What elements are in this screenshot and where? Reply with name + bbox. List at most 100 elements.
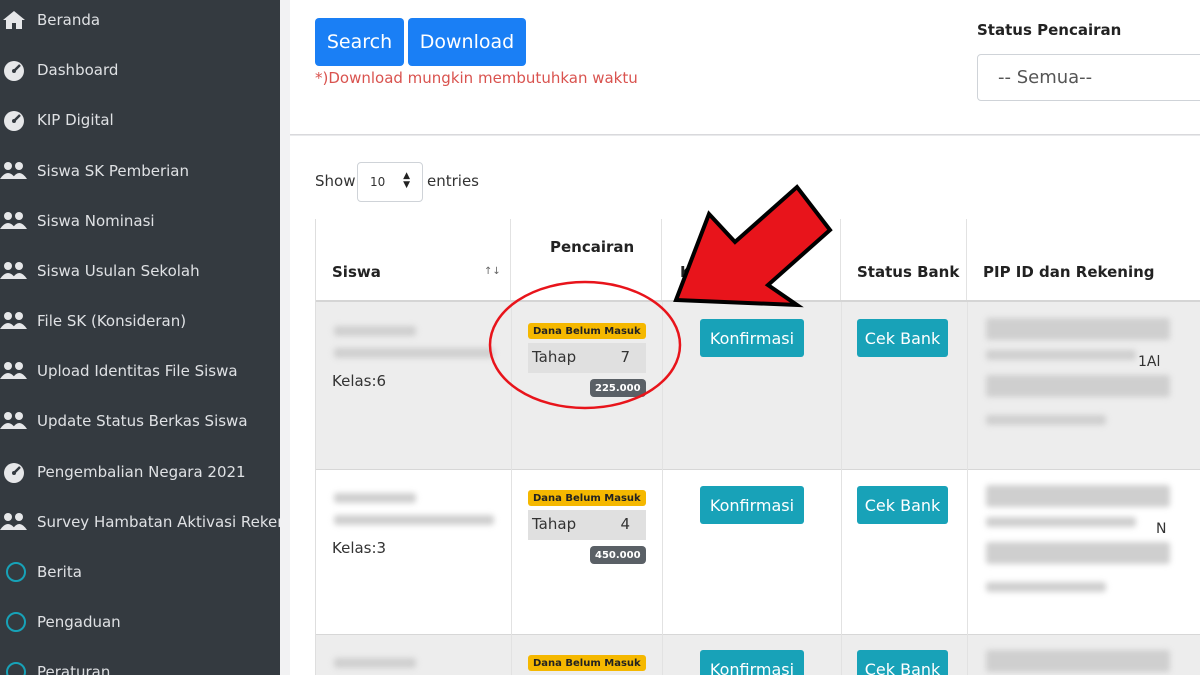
tahap-box: Tahap 7 — [528, 343, 646, 373]
cek-bank-button[interactable]: Cek Bank — [857, 319, 948, 357]
tahap-box: Tahap 4 — [528, 510, 646, 540]
cek-bank-button[interactable]: Cek Bank — [857, 650, 948, 675]
column-header-pencairan[interactable]: Pencairan — [511, 219, 662, 301]
sidebar-item-update-status[interactable]: Update Status Berkas Siswa — [0, 401, 280, 441]
sidebar-item-label: File SK (Konsideran) — [37, 312, 187, 330]
column-header-label: PIP ID dan Rekening — [983, 263, 1155, 281]
sidebar-item-kip-digital[interactable]: KIP Digital — [0, 100, 280, 140]
column-divider — [841, 302, 842, 675]
column-header-pip[interactable]: PIP ID dan Rekening — [967, 219, 1200, 301]
users-icon — [0, 409, 28, 433]
sidebar-item-label: Siswa Nominasi — [37, 212, 155, 230]
speedometer-icon — [0, 460, 28, 484]
kelas-text: Kelas:6 — [332, 372, 387, 390]
sidebar-item-file-sk[interactable]: File SK (Konsideran) — [0, 301, 280, 341]
page-length-select[interactable]: 10 ▲ ▼ — [357, 162, 423, 202]
home-icon — [0, 8, 28, 32]
sidebar-item-siswa-sk-pemberian[interactable]: Siswa SK Pemberian — [0, 151, 280, 191]
sidebar-item-survey-hambatan[interactable]: Survey Hambatan Aktivasi Rekeni — [0, 502, 280, 542]
column-header-konfirmasi[interactable]: Konfirmasi Sekolah — [662, 219, 841, 301]
status-badge: Dana Belum Masuk — [528, 655, 646, 671]
konfirmasi-button[interactable]: Konfirmasi — [700, 650, 804, 675]
sidebar-item-label: Pengaduan — [37, 613, 121, 631]
sidebar-item-pengaduan[interactable]: Pengaduan — [0, 602, 280, 642]
table-row: Kelas:6 Dana Belum Masuk Tahap 7 225.000… — [316, 302, 1200, 469]
sidebar-item-upload-identitas[interactable]: Upload Identitas File Siswa — [0, 351, 280, 391]
kelas-text: Kelas:3 — [332, 539, 387, 557]
sidebar-item-beranda[interactable]: Beranda — [0, 0, 280, 40]
column-header-status-bank[interactable]: Status Bank — [841, 219, 967, 301]
users-icon — [0, 309, 28, 333]
redacted-nisn — [334, 326, 416, 336]
status-pencairan-select[interactable]: -- Semua-- — [977, 54, 1200, 101]
redacted-pip-id — [986, 485, 1170, 507]
tahap-value: 7 — [620, 348, 630, 366]
users-icon — [0, 510, 28, 534]
column-divider — [967, 302, 968, 675]
tahap-label: Tahap — [532, 348, 577, 366]
speedometer-icon — [0, 108, 28, 132]
updown-icon: ▲ ▼ — [403, 171, 410, 190]
users-icon — [0, 209, 28, 233]
page-length-value: 10 — [370, 175, 386, 189]
column-divider — [662, 302, 663, 675]
cek-bank-button[interactable]: Cek Bank — [857, 486, 948, 524]
circle-icon — [0, 560, 28, 584]
redacted-name — [334, 515, 494, 525]
download-button[interactable]: Download — [408, 18, 526, 66]
column-divider — [511, 302, 512, 675]
redacted-pip-number — [986, 517, 1136, 527]
download-note: *)Download mungkin membutuhkan waktu — [315, 69, 638, 87]
search-button[interactable]: Search — [315, 18, 404, 66]
konfirmasi-button[interactable]: Konfirmasi — [700, 486, 804, 524]
redacted-rekening-label — [986, 542, 1170, 564]
redacted-name — [334, 348, 494, 358]
redacted-pip-id — [986, 650, 1170, 672]
amount-badge: 225.000 — [590, 379, 646, 397]
pip-tail-text: N — [1156, 521, 1167, 537]
tahap-label: Tahap — [532, 515, 577, 533]
konfirmasi-button[interactable]: Konfirmasi — [700, 319, 804, 357]
sidebar-item-peraturan[interactable]: Peraturan — [0, 652, 280, 675]
sort-icon: ↑↓ — [484, 266, 501, 277]
sidebar-item-label: Peraturan — [37, 663, 111, 675]
sidebar-item-dashboard[interactable]: Dashboard — [0, 50, 280, 90]
row-divider — [316, 634, 1200, 635]
table-row: Dana Belum Masuk Konfirmasi Cek Bank — [316, 634, 1200, 675]
users-icon — [0, 359, 28, 383]
sidebar-item-label: Survey Hambatan Aktivasi Rekeni — [37, 513, 280, 531]
pip-tail-text: 1Al — [1138, 354, 1161, 370]
sidebar-item-label: Update Status Berkas Siswa — [37, 412, 248, 430]
redacted-rekening-label — [986, 375, 1170, 397]
circle-icon — [0, 660, 28, 675]
sidebar-item-siswa-nominasi[interactable]: Siswa Nominasi — [0, 201, 280, 241]
sidebar-divider — [280, 0, 290, 675]
siswa-table: Siswa ↑↓ Pencairan Konfirmasi Sekolah St… — [315, 219, 1200, 675]
sidebar-item-berita[interactable]: Berita — [0, 552, 280, 592]
redacted-rekening-number — [986, 582, 1106, 592]
sidebar: Beranda Dashboard KIP Digital Siswa SK P… — [0, 0, 280, 675]
column-header-label: Pencairan — [550, 238, 635, 256]
redacted-nisn — [334, 658, 416, 668]
sidebar-item-siswa-usulan-sekolah[interactable]: Siswa Usulan Sekolah — [0, 251, 280, 291]
column-header-siswa[interactable]: Siswa ↑↓ — [316, 219, 511, 301]
sidebar-item-label: KIP Digital — [37, 111, 114, 129]
column-header-label: Siswa — [332, 263, 381, 281]
sidebar-item-label: Siswa Usulan Sekolah — [37, 262, 200, 280]
redacted-pip-number — [986, 350, 1136, 360]
sidebar-item-label: Siswa SK Pemberian — [37, 162, 189, 180]
sidebar-item-label: Beranda — [37, 11, 101, 29]
sidebar-item-label: Upload Identitas File Siswa — [37, 362, 238, 380]
show-label: Show — [315, 172, 356, 190]
column-header-label: Konfirmasi Sekolah — [680, 263, 771, 299]
redacted-nisn — [334, 493, 416, 503]
sidebar-item-pengembalian-negara[interactable]: Pengembalian Negara 2021 — [0, 452, 280, 492]
sidebar-item-label: Dashboard — [37, 61, 119, 79]
speedometer-icon — [0, 58, 28, 82]
entries-label: entries — [427, 172, 479, 190]
users-icon — [0, 259, 28, 283]
redacted-pip-id — [986, 318, 1170, 340]
status-badge: Dana Belum Masuk — [528, 323, 646, 339]
sidebar-item-label: Pengembalian Negara 2021 — [37, 463, 246, 481]
amount-badge: 450.000 — [590, 546, 646, 564]
